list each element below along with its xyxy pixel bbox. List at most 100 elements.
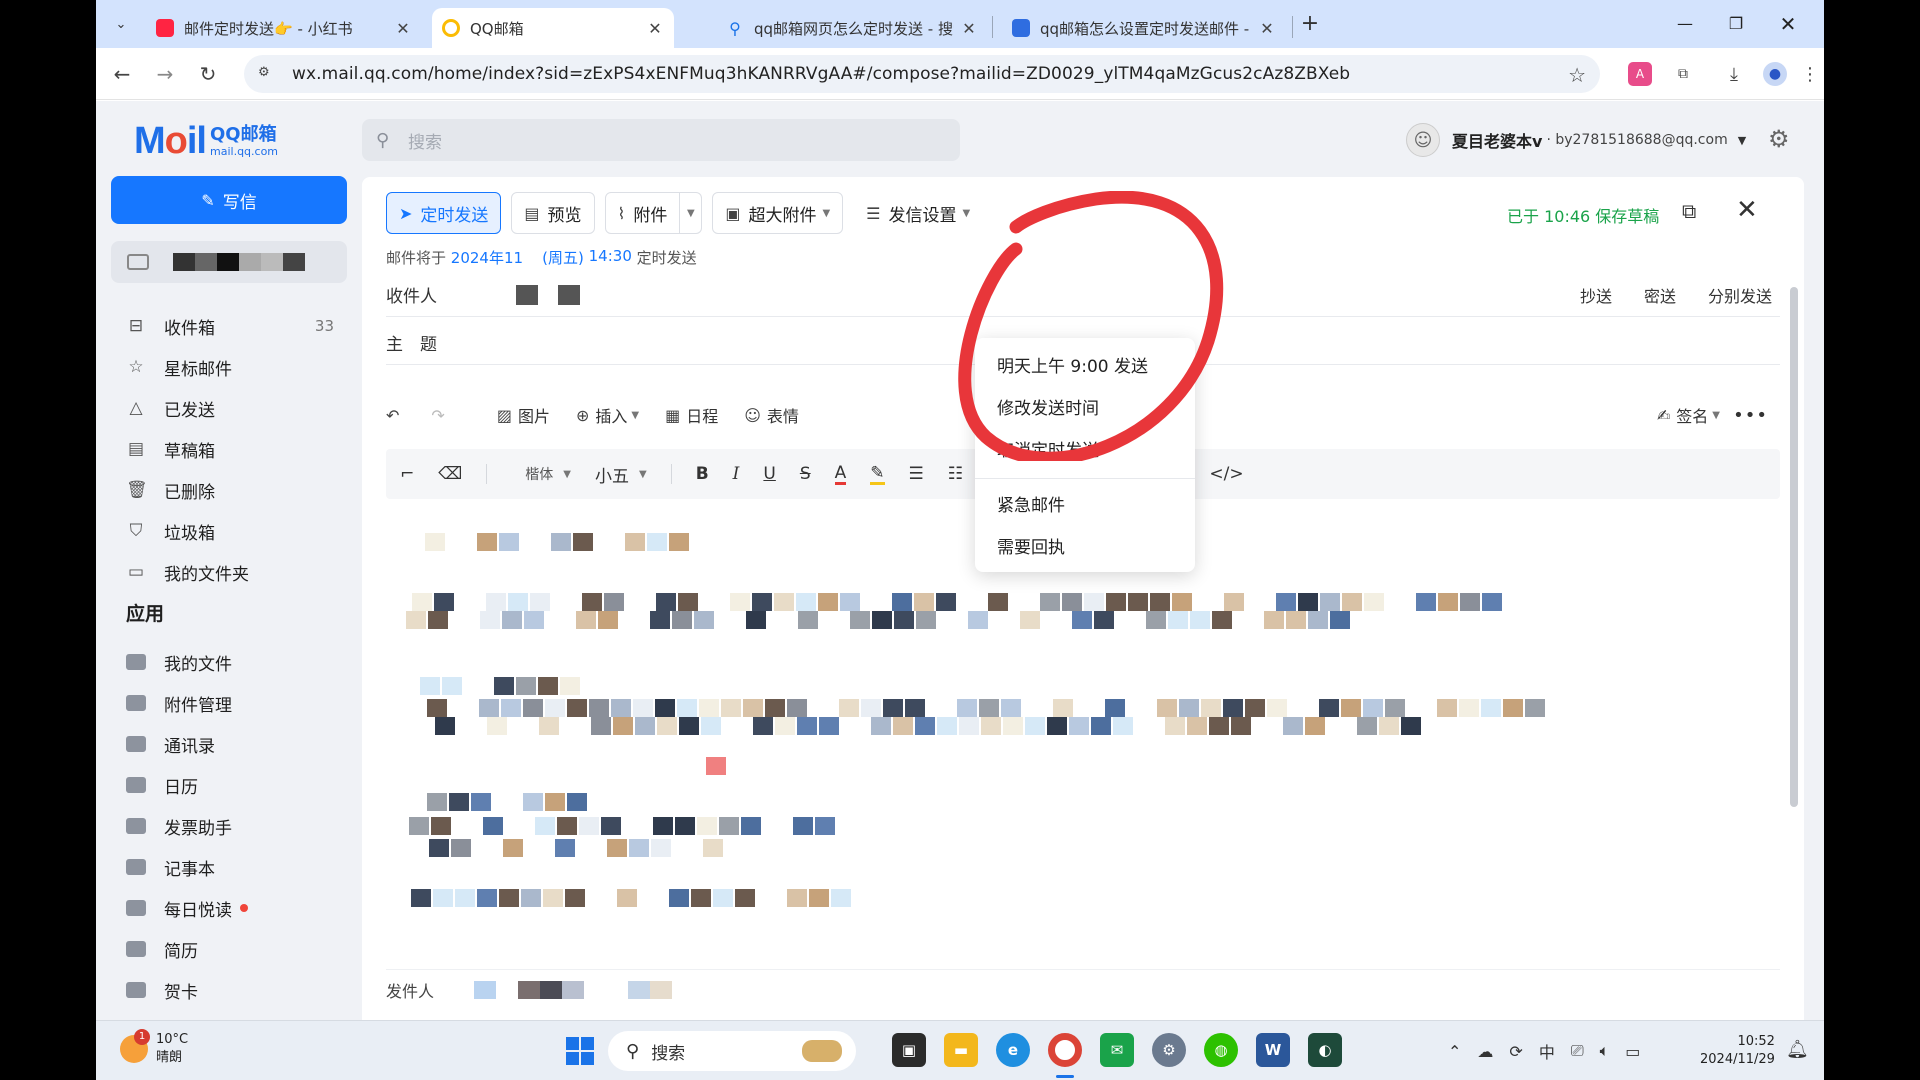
- volume-icon[interactable]: 🔈︎: [1600, 1041, 1610, 1061]
- redo-icon[interactable]: ↷: [431, 406, 450, 425]
- file-explorer-icon[interactable]: ▬: [944, 1033, 978, 1067]
- preview-button[interactable]: ▤ 预览: [511, 192, 595, 234]
- tab-search-result[interactable]: ⚲ qq邮箱网页怎么定时发送 - 搜索 ✕: [716, 8, 988, 48]
- notification-bell-icon[interactable]: 🔔︎: [1786, 1039, 1809, 1060]
- app-my-files[interactable]: 我的文件: [96, 643, 362, 681]
- folder-inbox[interactable]: ⊟ 收件箱 33: [96, 307, 362, 345]
- chrome-icon[interactable]: [1048, 1033, 1082, 1067]
- bookmark-star-icon[interactable]: ☆: [1568, 63, 1586, 87]
- weather-widget[interactable]: 1 10°C 晴朗: [120, 1029, 188, 1067]
- bold-icon[interactable]: B: [696, 464, 709, 484]
- close-tab-icon[interactable]: ✕: [394, 19, 412, 38]
- cc-link[interactable]: 抄送: [1580, 283, 1612, 307]
- bullet-list-icon[interactable]: ☷: [948, 464, 963, 484]
- folder-starred[interactable]: ☆ 星标邮件: [96, 348, 362, 386]
- app-notes[interactable]: 记事本: [96, 848, 362, 886]
- task-view-icon[interactable]: ▣: [892, 1033, 926, 1067]
- close-compose-icon[interactable]: ✕: [1736, 195, 1758, 225]
- edge-browser-icon[interactable]: e: [996, 1033, 1030, 1067]
- bcc-link[interactable]: 密送: [1644, 283, 1676, 307]
- extensions-puzzle-icon[interactable]: ⧉: [1671, 62, 1695, 86]
- site-info-icon[interactable]: ⚙: [258, 65, 278, 83]
- app-daily-reading[interactable]: 每日悦读: [96, 889, 362, 927]
- user-avatar[interactable]: ☺: [1406, 123, 1440, 157]
- close-tab-icon[interactable]: ✕: [646, 19, 664, 38]
- close-tab-icon[interactable]: ✕: [960, 19, 978, 38]
- app-icon[interactable]: ◐: [1308, 1033, 1342, 1067]
- tab-search-chevron-icon[interactable]: ⌄: [106, 10, 136, 38]
- close-tab-icon[interactable]: ✕: [1258, 19, 1276, 38]
- insert-schedule-button[interactable]: ▦ 日程: [665, 403, 718, 427]
- app-attachments[interactable]: 附件管理: [96, 684, 362, 722]
- windows-start-icon[interactable]: [566, 1037, 594, 1065]
- qq-mail-logo[interactable]: Moil QQ邮箱 mail.qq.com: [134, 119, 278, 163]
- more-options-icon[interactable]: •••: [1733, 405, 1768, 426]
- send-settings-button[interactable]: ☰ 发信设置 ▼: [853, 192, 984, 234]
- sync-icon[interactable]: ⟳: [1509, 1042, 1522, 1061]
- signature-button[interactable]: ✍ 签名 ▼: [1657, 403, 1720, 427]
- network-icon[interactable]: ⎚: [1571, 1041, 1584, 1061]
- input-method-indicator[interactable]: 中: [1539, 1039, 1555, 1063]
- insert-menu-button[interactable]: ⊕ 插入 ▼: [576, 403, 639, 427]
- undo-icon[interactable]: ↶: [386, 406, 405, 425]
- font-size-select[interactable]: 小五 ▼: [595, 462, 647, 487]
- editor-scrollbar[interactable]: [1790, 287, 1798, 807]
- align-icon[interactable]: ☰: [909, 464, 924, 484]
- settings-gear-icon[interactable]: ⚙: [1768, 125, 1790, 153]
- italic-icon[interactable]: I: [733, 464, 740, 484]
- folder-spam[interactable]: ⛉ 垃圾箱: [96, 512, 362, 550]
- chevron-up-icon[interactable]: ⌃: [1448, 1042, 1461, 1061]
- change-send-time-option[interactable]: 修改发送时间: [975, 388, 1195, 430]
- reload-button[interactable]: ↻: [194, 60, 222, 88]
- app-invoice[interactable]: 发票助手: [96, 807, 362, 845]
- new-tab-button[interactable]: +: [1296, 10, 1324, 38]
- translate-extension-icon[interactable]: A: [1628, 62, 1652, 86]
- mail-search-input[interactable]: ⚲ 搜索: [362, 119, 960, 161]
- insert-image-button[interactable]: ▨ 图片: [497, 403, 550, 427]
- clear-format-icon[interactable]: ⌫: [438, 464, 462, 484]
- browser-menu-icon[interactable]: ⋮: [1798, 62, 1822, 86]
- battery-icon[interactable]: ▭: [1625, 1042, 1640, 1061]
- user-account-menu[interactable]: ☺ 夏目老婆本v · by2781518688@qq.com ▼: [1406, 123, 1746, 157]
- app-greeting-card[interactable]: 贺卡: [96, 971, 362, 1009]
- wechat-icon[interactable]: ◍: [1204, 1033, 1238, 1067]
- account-caret-icon[interactable]: ▼: [1738, 134, 1746, 147]
- tab-qq-mail[interactable]: QQ邮箱 ✕: [432, 8, 674, 48]
- cancel-scheduled-send-option[interactable]: 取消定时发送: [975, 430, 1195, 472]
- onedrive-cloud-icon[interactable]: ☁: [1477, 1042, 1493, 1061]
- strikethrough-icon[interactable]: S: [800, 464, 811, 484]
- tab-xiaohongshu[interactable]: 邮件定时发送👉 - 小红书 ✕: [146, 8, 422, 48]
- attachment-dropdown-icon[interactable]: ▼: [680, 192, 703, 234]
- insert-emoji-button[interactable]: ☺ 表情: [744, 403, 799, 427]
- system-clock[interactable]: 10:52 2024/11/29: [1700, 1033, 1775, 1069]
- app-calendar[interactable]: 日历: [96, 766, 362, 804]
- folder-drafts[interactable]: ▤ 草稿箱: [96, 430, 362, 468]
- format-painter-icon[interactable]: ⌐: [400, 464, 414, 484]
- read-receipt-option[interactable]: 需要回执: [975, 527, 1195, 569]
- taskbar-search-input[interactable]: ⚲ 搜索: [608, 1031, 856, 1071]
- separate-send-link[interactable]: 分别发送: [1708, 283, 1772, 307]
- schedule-send-button[interactable]: ➤ 定时发送: [386, 192, 502, 234]
- mail-app-icon[interactable]: ✉: [1100, 1033, 1134, 1067]
- code-icon[interactable]: </>: [1209, 464, 1243, 484]
- minimize-button[interactable]: —: [1665, 8, 1705, 40]
- tab-article[interactable]: qq邮箱怎么设置定时发送邮件 - ✕: [1002, 8, 1286, 48]
- app-resume[interactable]: 简历: [96, 930, 362, 968]
- close-window-button[interactable]: ✕: [1768, 8, 1808, 40]
- back-button[interactable]: ←: [108, 60, 136, 88]
- scheduled-date[interactable]: 2024年11: [451, 247, 523, 268]
- word-icon[interactable]: W: [1256, 1033, 1290, 1067]
- urgent-mail-option[interactable]: 紧急邮件: [975, 485, 1195, 527]
- profile-avatar-icon[interactable]: ●: [1763, 62, 1787, 86]
- account-switch-row[interactable]: [111, 241, 347, 283]
- send-tomorrow-9am-option[interactable]: 明天上午 9:00 发送: [975, 346, 1195, 388]
- underline-icon[interactable]: U: [763, 464, 775, 484]
- restore-button[interactable]: ❐: [1716, 8, 1756, 40]
- forward-button[interactable]: →: [151, 60, 179, 88]
- font-family-select[interactable]: 楷体 ▼: [525, 464, 571, 484]
- folder-sent[interactable]: △ 已发送: [96, 389, 362, 427]
- compose-button[interactable]: ✎ 写信: [111, 176, 347, 224]
- popout-window-icon[interactable]: ⧉: [1682, 199, 1696, 223]
- app-contacts[interactable]: 通讯录: [96, 725, 362, 763]
- sender-row[interactable]: 发件人: [386, 969, 1780, 1009]
